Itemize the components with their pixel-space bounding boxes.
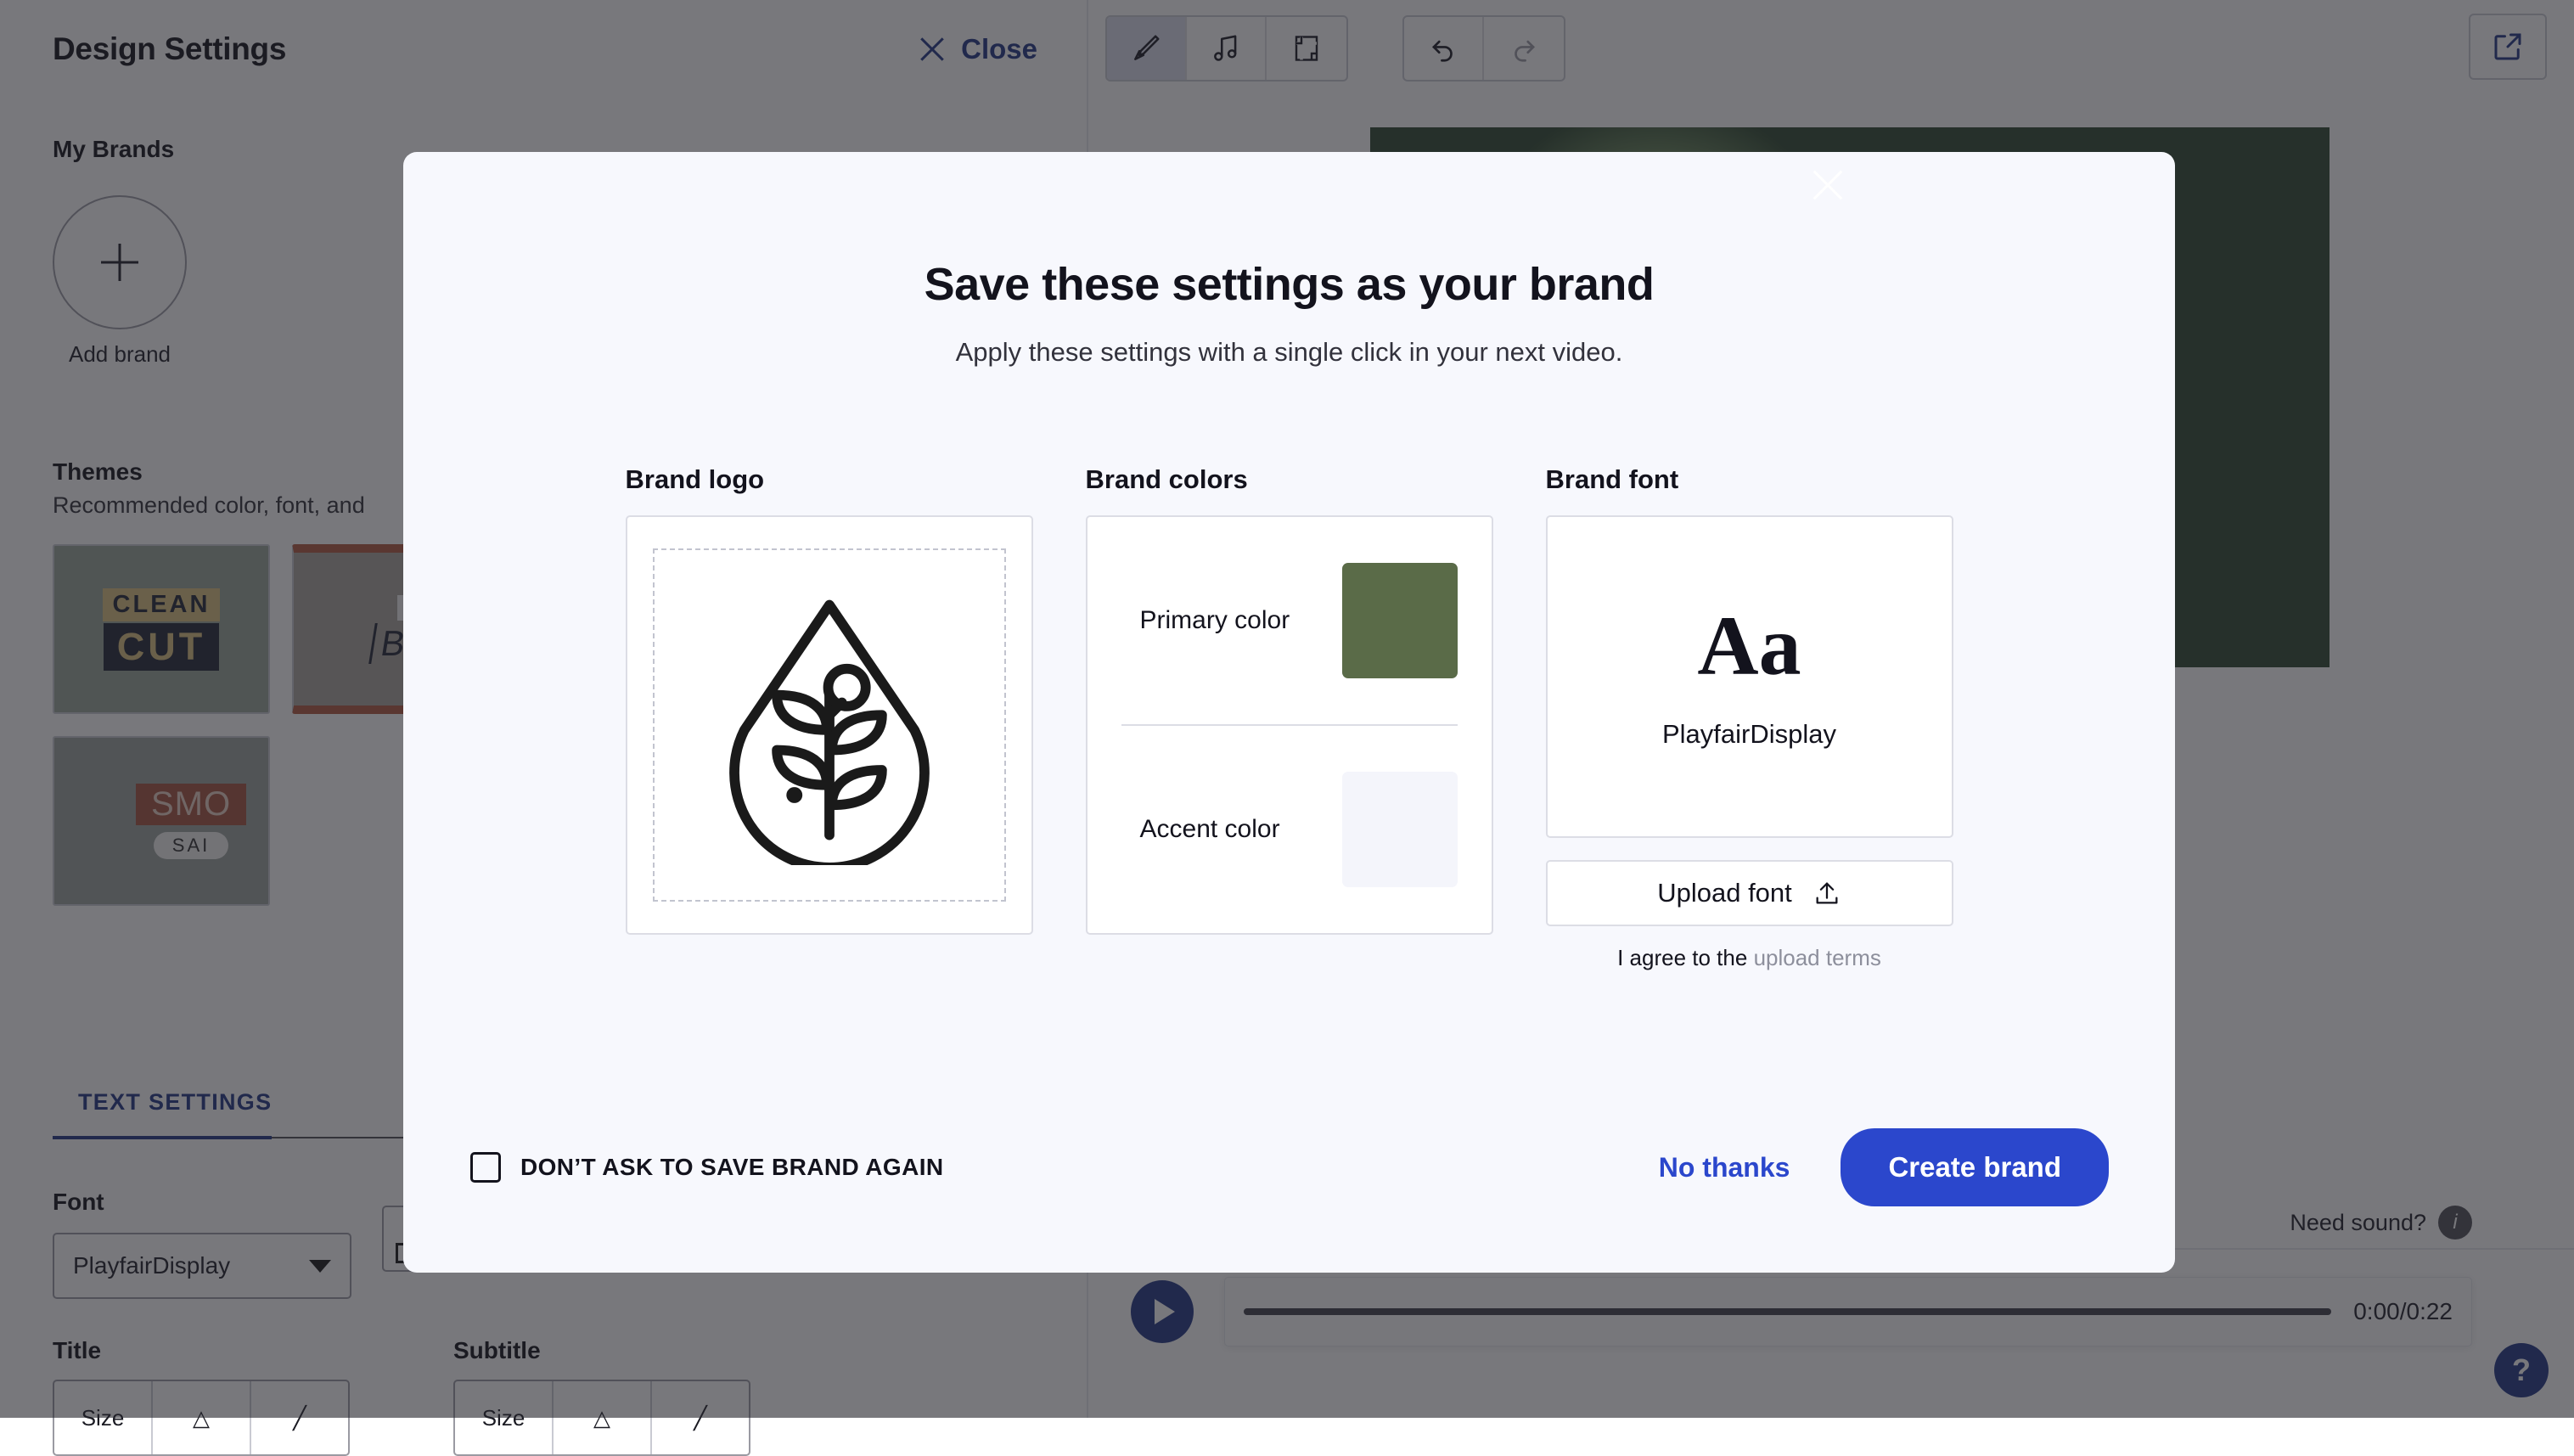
upload-terms-prefix: I agree to the (1617, 945, 1753, 970)
brand-font-heading: Brand font (1546, 464, 1953, 495)
water-drop-plant-logo-icon (702, 585, 957, 865)
brand-logo-column: Brand logo (626, 464, 1033, 971)
modal-columns: Brand logo (403, 464, 2175, 971)
brand-colors-card: Primary color Accent color (1086, 515, 1493, 935)
dont-ask-again-label: DON’T ASK TO SAVE BRAND AGAIN (520, 1154, 944, 1181)
upload-terms-link[interactable]: upload terms (1754, 945, 1881, 970)
brand-font-column: Brand font Aa PlayfairDisplay Upload fon… (1546, 464, 1953, 971)
accent-color-label: Accent color (1140, 815, 1280, 844)
modal-title: Save these settings as your brand (403, 258, 2175, 311)
checkbox-icon[interactable] (470, 1152, 501, 1183)
font-name-label: PlayfairDisplay (1662, 719, 1836, 750)
upload-icon (1812, 879, 1841, 908)
brand-font-card: Aa PlayfairDisplay (1546, 515, 1953, 838)
brand-logo-heading: Brand logo (626, 464, 1033, 495)
brand-colors-column: Brand colors Primary color Accent color (1086, 464, 1493, 971)
brand-colors-heading: Brand colors (1086, 464, 1493, 495)
primary-color-row: Primary color (1121, 517, 1458, 724)
accent-color-swatch[interactable] (1342, 772, 1458, 887)
modal-actions: No thanks Create brand (1644, 1128, 2109, 1206)
dont-ask-again-checkbox[interactable]: DON’T ASK TO SAVE BRAND AGAIN (470, 1152, 944, 1183)
upload-font-button[interactable]: Upload font (1546, 860, 1953, 926)
no-thanks-button[interactable]: No thanks (1644, 1152, 1806, 1183)
primary-color-label: Primary color (1140, 606, 1290, 635)
create-brand-button[interactable]: Create brand (1841, 1128, 2109, 1206)
primary-color-swatch[interactable] (1342, 563, 1458, 678)
modal-close-button[interactable] (1806, 163, 1850, 207)
modal-footer: DON’T ASK TO SAVE BRAND AGAIN No thanks … (403, 1077, 2175, 1273)
brand-logo-card[interactable] (626, 515, 1033, 935)
logo-dropzone[interactable] (653, 548, 1006, 902)
modal-subtitle: Apply these settings with a single click… (403, 337, 2175, 368)
save-brand-modal: Save these settings as your brand Apply … (403, 152, 2175, 1273)
upload-font-label: Upload font (1657, 878, 1792, 908)
font-preview-glyphs: Aa (1697, 604, 1801, 689)
upload-terms: I agree to the upload terms (1546, 945, 1953, 971)
accent-color-row: Accent color (1121, 724, 1458, 933)
